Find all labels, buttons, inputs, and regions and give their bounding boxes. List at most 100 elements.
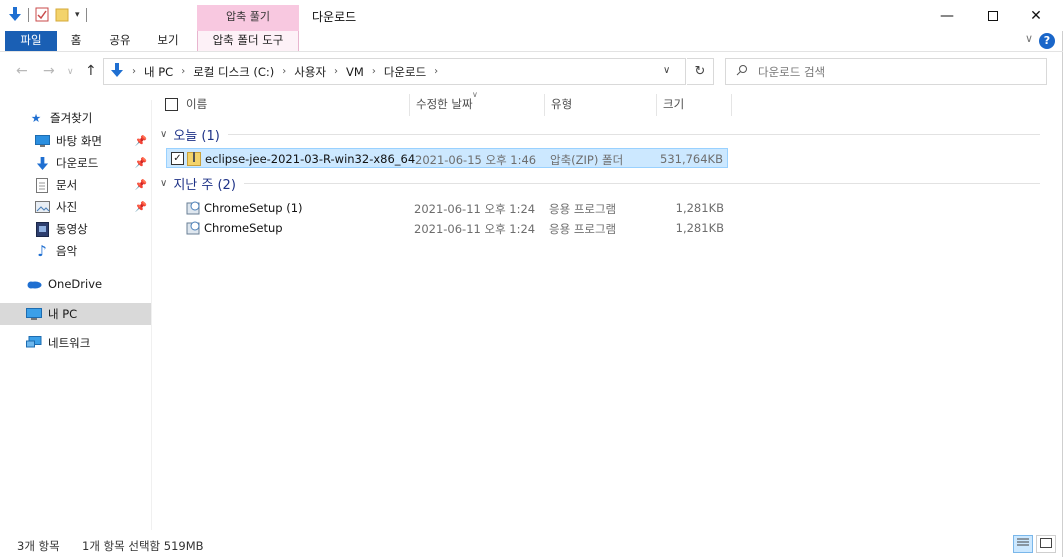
tab-file[interactable]: 파일: [5, 31, 57, 51]
breadcrumb-local-disk[interactable]: 로컬 디스크 (C:): [193, 64, 274, 80]
sidebar-item-onedrive[interactable]: OneDrive: [26, 273, 151, 295]
file-row[interactable]: ChromeSetup 2021-06-11 오후 1:24 응용 프로그램 1…: [166, 218, 728, 238]
details-view-button[interactable]: [1013, 535, 1033, 553]
refresh-button[interactable]: ↻: [687, 58, 714, 85]
sidebar-item-desktop[interactable]: 바탕 화면 📌: [34, 130, 151, 152]
properties-icon[interactable]: [35, 6, 49, 25]
maximize-icon: [988, 10, 998, 21]
collapse-chevron-icon[interactable]: ∨: [160, 178, 167, 189]
minimize-icon: —: [940, 7, 954, 24]
column-header-size[interactable]: 크기: [663, 92, 684, 116]
ribbon-tabs: 파일 홈 공유 보기 압축 폴더 도구 ∨ ?: [0, 31, 1063, 52]
pin-icon[interactable]: 📌: [135, 136, 147, 147]
breadcrumb-downloads[interactable]: 다운로드: [384, 64, 426, 80]
minimize-button[interactable]: —: [924, 0, 970, 31]
breadcrumb-separator[interactable]: ›: [334, 66, 338, 77]
search-icon: [736, 64, 748, 79]
recent-locations-chevron-icon[interactable]: ∨: [67, 67, 74, 77]
sidebar-item-videos[interactable]: 동영상: [34, 218, 151, 240]
item-count: 3개 항목: [17, 539, 60, 553]
download-arrow-icon[interactable]: [8, 6, 22, 25]
title-bar: ▾ 압축 풀기 다운로드 — ✕: [0, 0, 1063, 31]
tab-compressed-folder-tools[interactable]: 압축 폴더 도구: [197, 31, 299, 51]
close-button[interactable]: ✕: [1013, 0, 1059, 31]
toolbar-divider: [28, 8, 29, 22]
column-divider[interactable]: [731, 94, 732, 116]
group-header-today[interactable]: ∨ 오늘 (1): [160, 124, 1040, 144]
group-label: 지난 주 (2): [173, 177, 236, 193]
column-header-type[interactable]: 유형: [551, 92, 572, 116]
toolbar-divider: [85, 8, 87, 22]
sidebar-item-label: 즐겨찾기: [50, 111, 93, 125]
address-bar[interactable]: › 내 PC › 로컬 디스크 (C:) › 사용자 › VM › 다운로드 ›: [103, 58, 686, 85]
pin-icon[interactable]: 📌: [135, 180, 147, 191]
address-history-dropdown-icon[interactable]: ∨: [663, 65, 670, 76]
file-size: 1,281KB: [675, 221, 724, 235]
select-all-checkbox[interactable]: [165, 98, 178, 111]
new-folder-icon[interactable]: [55, 6, 69, 25]
breadcrumb-separator[interactable]: ›: [282, 66, 286, 77]
details-view-icon: [1017, 537, 1029, 551]
large-icons-view-button[interactable]: [1036, 535, 1056, 553]
file-row[interactable]: ChromeSetup (1) 2021-06-11 오후 1:24 응용 프로…: [166, 198, 728, 218]
file-row[interactable]: ✓ eclipse-jee-2021-03-R-win32-x86_64 202…: [166, 148, 728, 168]
breadcrumb-users[interactable]: 사용자: [294, 64, 326, 80]
file-modified: 2021-06-11 오후 1:24: [414, 222, 536, 236]
sidebar-item-quick-access[interactable]: ★ 즐겨찾기: [28, 107, 179, 129]
breadcrumb-separator[interactable]: ›: [181, 66, 185, 77]
sidebar-item-network[interactable]: 네트워크: [26, 332, 151, 354]
sort-chevron-icon: ∨: [472, 90, 478, 99]
tab-share[interactable]: 공유: [103, 31, 137, 51]
breadcrumb-separator[interactable]: ›: [434, 66, 438, 77]
cloud-icon: [26, 276, 42, 292]
refresh-icon: ↻: [694, 64, 706, 79]
group-divider: [227, 133, 1040, 135]
pin-icon[interactable]: 📌: [135, 158, 147, 169]
breadcrumb-this-pc[interactable]: 내 PC: [144, 64, 173, 80]
close-icon: ✕: [1030, 7, 1042, 24]
maximize-button[interactable]: [970, 0, 1016, 31]
desktop-icon: [34, 133, 50, 149]
zip-folder-icon: [187, 151, 202, 166]
video-icon: [34, 221, 50, 237]
sidebar-item-music[interactable]: ♪ 음악: [34, 240, 151, 262]
customize-toolbar-dropdown-icon[interactable]: ▾: [75, 10, 80, 20]
pin-icon[interactable]: 📌: [135, 202, 147, 213]
help-icon[interactable]: ?: [1039, 33, 1055, 49]
row-checkbox[interactable]: ✓: [171, 152, 184, 165]
group-divider: [243, 182, 1040, 184]
tab-view[interactable]: 보기: [151, 31, 185, 51]
quick-access-toolbar: ▾: [8, 5, 87, 25]
tab-home[interactable]: 홈: [62, 31, 90, 51]
expand-ribbon-chevron-icon[interactable]: ∨: [1025, 32, 1033, 45]
column-divider[interactable]: [409, 94, 410, 116]
selection-info: 1개 항목 선택함 519MB: [82, 539, 204, 553]
window-title: 다운로드: [312, 10, 357, 24]
status-bar: 3개 항목 1개 항목 선택함 519MB: [0, 533, 1063, 557]
large-icons-view-icon: [1040, 537, 1052, 551]
sidebar-item-label: 음악: [56, 244, 78, 258]
column-header-modified[interactable]: 수정한 날짜: [416, 92, 473, 116]
breadcrumb-separator[interactable]: ›: [372, 66, 376, 77]
up-arrow-icon[interactable]: ↑: [85, 63, 97, 79]
breadcrumb-vm[interactable]: VM: [346, 65, 364, 79]
column-divider[interactable]: [544, 94, 545, 116]
context-tab-header[interactable]: 압축 풀기: [197, 5, 299, 31]
file-type: 압축(ZIP) 폴더: [550, 153, 624, 167]
sidebar-item-pictures[interactable]: 사진 📌: [34, 196, 151, 218]
group-header-last-week[interactable]: ∨ 지난 주 (2): [160, 173, 1040, 193]
sidebar-item-label: 문서: [56, 178, 78, 192]
breadcrumb-separator[interactable]: ›: [132, 66, 136, 77]
sidebar-item-documents[interactable]: 문서 📌: [34, 174, 151, 196]
column-divider[interactable]: [656, 94, 657, 116]
sidebar-item-this-pc[interactable]: 내 PC: [0, 303, 151, 325]
search-input[interactable]: 다운로드 검색: [725, 58, 1047, 85]
column-header-name[interactable]: 이름: [186, 92, 207, 116]
file-name: ChromeSetup: [204, 221, 283, 235]
navigation-pane: ★ 즐겨찾기 바탕 화면 📌 다운로드 📌 문서 📌 사진 📌 동영상 ♪ 음악…: [0, 100, 152, 530]
document-icon: [34, 177, 50, 193]
forward-arrow-icon[interactable]: →: [43, 63, 55, 79]
collapse-chevron-icon[interactable]: ∨: [160, 129, 167, 140]
back-arrow-icon[interactable]: ←: [16, 63, 28, 79]
sidebar-item-downloads[interactable]: 다운로드 📌: [34, 152, 151, 174]
